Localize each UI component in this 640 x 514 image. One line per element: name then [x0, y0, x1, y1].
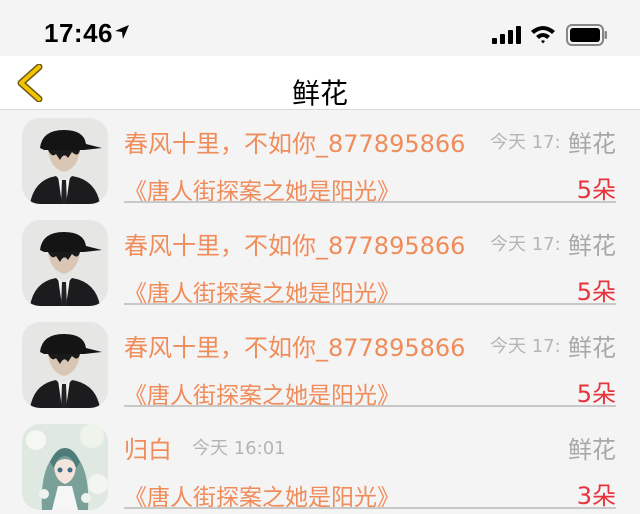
list-item[interactable]: 春风十里，不如你_877895866 今天 17: 鲜花 《唐人街探案之她是阳光…: [0, 212, 640, 314]
timestamp: 今天 17:: [490, 234, 561, 255]
gift-type: 鲜花: [568, 436, 616, 464]
avatar[interactable]: [22, 322, 108, 408]
status-bar: 17:46: [0, 0, 640, 56]
gift-type: 鲜花: [568, 232, 616, 260]
battery-icon: [566, 24, 607, 46]
gift-type: 鲜花: [568, 334, 616, 362]
user-name: 春风十里，不如你_877895866: [124, 334, 466, 362]
navigation-bar: 鲜花: [0, 56, 640, 110]
gift-type: 鲜花: [568, 130, 616, 158]
user-name: 归白: [124, 436, 172, 464]
gift-count: 5朵: [576, 380, 616, 408]
cellular-signal-icon: [492, 26, 521, 44]
timestamp: 今天 17:: [490, 132, 561, 153]
row-divider: [124, 405, 616, 407]
gift-count: 5朵: [576, 176, 616, 204]
row-divider: [124, 201, 616, 203]
timestamp: 今天 16:01: [192, 438, 286, 459]
gift-count: 3朵: [576, 482, 616, 510]
avatar[interactable]: [22, 118, 108, 204]
location-arrow-icon: [115, 25, 129, 39]
wifi-icon: [531, 26, 555, 44]
list-item[interactable]: 春风十里，不如你_877895866 今天 17: 鲜花 《唐人街探案之她是阳光…: [0, 314, 640, 416]
avatar[interactable]: [22, 220, 108, 306]
page-title: 鲜花: [291, 77, 348, 110]
row-divider: [124, 303, 616, 305]
user-name: 春风十里，不如你_877895866: [124, 232, 466, 260]
row-divider: [124, 507, 616, 509]
gift-record-list: 春风十里，不如你_877895866 今天 17: 鲜花 《唐人街探案之她是阳光…: [0, 110, 640, 514]
user-name: 春风十里，不如你_877895866: [124, 130, 466, 158]
status-time: 17:46: [44, 18, 113, 48]
timestamp: 今天 17:: [490, 336, 561, 357]
list-item[interactable]: 归白 今天 16:01 鲜花 《唐人街探案之她是阳光》 3朵: [0, 416, 640, 514]
gift-count: 5朵: [576, 278, 616, 306]
avatar[interactable]: [22, 424, 108, 510]
list-item[interactable]: 春风十里，不如你_877895866 今天 17: 鲜花 《唐人街探案之她是阳光…: [0, 110, 640, 212]
